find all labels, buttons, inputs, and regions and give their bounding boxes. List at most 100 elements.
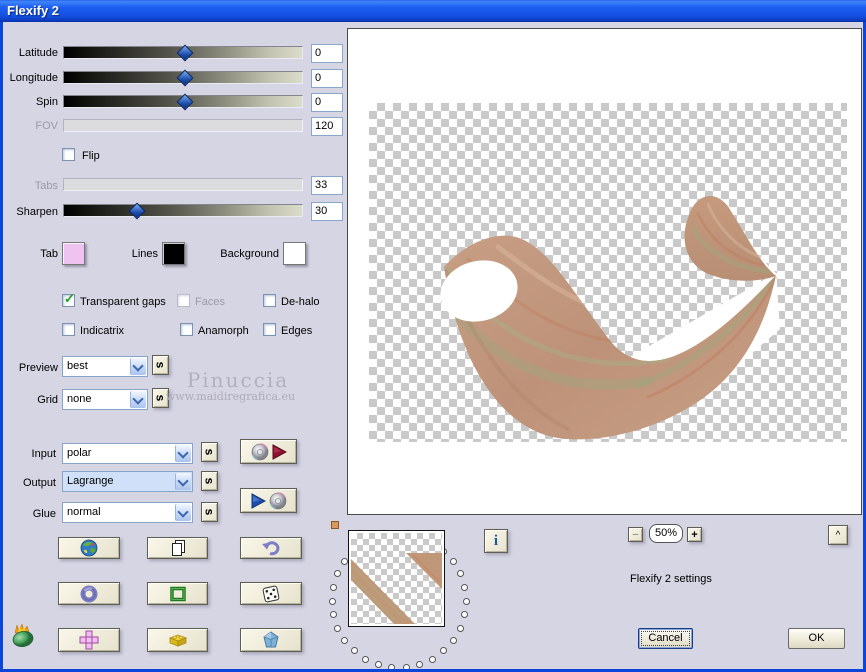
dial-dot	[329, 583, 337, 591]
unfold-button[interactable]	[58, 628, 120, 652]
indicatrix-checkbox[interactable]	[62, 323, 75, 336]
dial-dot	[440, 647, 448, 655]
transparent-gaps-checkbox[interactable]	[62, 291, 75, 307]
output-combo[interactable]: Lagrange	[62, 471, 193, 492]
save-settings-button[interactable]	[240, 439, 297, 464]
transparent-gaps-label: Transparent gaps	[80, 296, 166, 308]
combo-arrow-icon[interactable]	[175, 445, 191, 462]
latitude-slider[interactable]	[63, 44, 303, 62]
title-bar[interactable]: Flexify 2	[0, 0, 866, 22]
input-combo-label: Input	[31, 448, 56, 460]
tabs-label: Tabs	[34, 180, 58, 192]
frame-button[interactable]	[147, 582, 208, 605]
undo-arrow-icon	[262, 541, 280, 556]
grid-combo[interactable]: none	[62, 389, 148, 410]
dial-dot	[461, 611, 469, 619]
indicatrix-label: Indicatrix	[80, 325, 125, 337]
solid-button[interactable]	[240, 628, 302, 652]
collapse-button[interactable]: ^	[828, 525, 848, 545]
zoom-level[interactable]: 50%	[649, 524, 683, 543]
de-halo-checkbox[interactable]	[263, 294, 276, 307]
latitude-slider-thumb[interactable]	[176, 44, 194, 62]
longitude-slider-thumb[interactable]	[176, 69, 194, 87]
spin-slider[interactable]	[63, 93, 303, 111]
torus-button[interactable]	[58, 582, 120, 605]
longitude-slider[interactable]	[63, 69, 303, 87]
background-color-label: Background	[220, 248, 279, 260]
earth-button[interactable]	[58, 537, 120, 559]
dial-dot	[429, 655, 436, 663]
dial-dot	[362, 655, 369, 663]
copy-pages-icon	[171, 540, 185, 556]
preview-combo[interactable]: best	[62, 356, 148, 377]
zoom-in-button[interactable]: +	[687, 527, 702, 542]
tabs-slider	[63, 178, 303, 191]
faces-checkbox	[177, 294, 190, 307]
dial-dot	[416, 661, 424, 669]
dial-dot	[462, 597, 470, 605]
ok-button[interactable]: OK	[788, 628, 845, 649]
cancel-button[interactable]: Cancel	[638, 628, 693, 649]
dial-dot	[374, 661, 382, 669]
anamorph-label: Anamorph	[198, 325, 249, 337]
sharpen-value[interactable]: 30	[311, 202, 343, 221]
dial-dot	[341, 636, 349, 644]
dial-position-marker[interactable]	[331, 521, 339, 529]
random-button[interactable]	[240, 582, 302, 605]
anamorph-checkbox[interactable]	[180, 323, 193, 336]
combo-arrow-icon[interactable]	[175, 504, 191, 521]
flip-checkbox[interactable]	[62, 148, 75, 161]
glue-shuffle-button[interactable]: s	[201, 502, 218, 522]
combo-arrow-icon[interactable]	[130, 391, 146, 408]
red-play-icon	[272, 443, 287, 460]
info-icon: i	[493, 532, 499, 549]
preview-area[interactable]	[347, 28, 862, 515]
brick-button[interactable]	[147, 628, 208, 652]
window-border-left	[0, 22, 3, 672]
spin-value[interactable]: 0	[311, 93, 343, 112]
fov-label: FOV	[35, 120, 58, 132]
info-button[interactable]: i	[484, 529, 508, 553]
preview-image	[440, 195, 780, 440]
sharpen-slider-thumb[interactable]	[128, 202, 146, 220]
input-shuffle-button[interactable]: s	[201, 442, 218, 462]
combo-arrow-icon[interactable]	[130, 358, 146, 375]
watermark-url: www.maidiregrafica.eu	[165, 390, 296, 403]
dial-dot	[449, 636, 457, 644]
de-halo-label: De-halo	[281, 296, 320, 308]
fov-value[interactable]: 120	[311, 117, 343, 136]
flaming-pear-logo	[12, 623, 34, 648]
edges-checkbox[interactable]	[263, 323, 276, 336]
dial-dot	[449, 558, 457, 566]
dial-dot	[334, 570, 342, 578]
latitude-value[interactable]: 0	[311, 44, 343, 63]
preview-shuffle-button[interactable]: s	[152, 355, 169, 375]
source-thumbnail	[348, 530, 445, 627]
lego-brick-icon	[168, 634, 187, 647]
lines-color-swatch[interactable]	[162, 242, 185, 265]
tab-color-swatch[interactable]	[62, 242, 85, 265]
torus-icon	[80, 585, 98, 602]
dice-icon	[262, 585, 280, 602]
combo-arrow-icon[interactable]	[175, 473, 191, 490]
zoom-out-button[interactable]: −	[628, 527, 643, 542]
copy-button[interactable]	[147, 537, 208, 559]
input-combo[interactable]: polar	[62, 443, 193, 464]
cd-icon	[251, 442, 268, 461]
spin-slider-thumb[interactable]	[176, 93, 194, 111]
flip-label: Flip	[82, 150, 100, 162]
preview-combo-label: Preview	[18, 362, 58, 374]
square-frame-icon	[169, 586, 186, 601]
window-title: Flexify 2	[7, 3, 60, 18]
load-settings-button[interactable]	[240, 488, 297, 513]
background-color-swatch[interactable]	[283, 242, 306, 265]
tabs-value[interactable]: 33	[311, 176, 343, 195]
undo-button[interactable]	[240, 537, 302, 559]
output-shuffle-button[interactable]: s	[201, 471, 218, 491]
longitude-value[interactable]: 0	[311, 69, 343, 88]
blue-play-icon	[251, 492, 266, 509]
latitude-label: Latitude	[18, 47, 58, 59]
sharpen-slider[interactable]	[63, 202, 303, 220]
watermark-name: Pinuccia	[186, 368, 290, 392]
glue-combo[interactable]: normal	[62, 502, 193, 523]
